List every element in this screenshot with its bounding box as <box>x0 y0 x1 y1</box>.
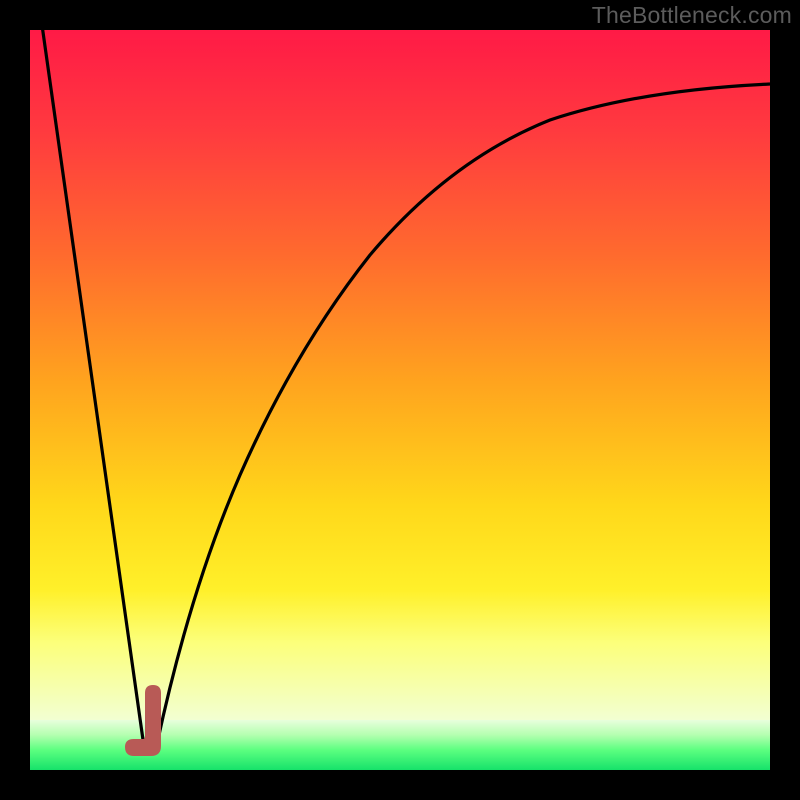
watermark-text: TheBottleneck.com <box>592 2 792 29</box>
curve-right-rising <box>157 84 770 744</box>
curves-svg <box>30 30 770 770</box>
optimum-marker-icon <box>125 685 161 756</box>
curve-left-descending <box>42 30 145 754</box>
plot-area <box>30 30 770 770</box>
chart-frame: TheBottleneck.com <box>0 0 800 800</box>
